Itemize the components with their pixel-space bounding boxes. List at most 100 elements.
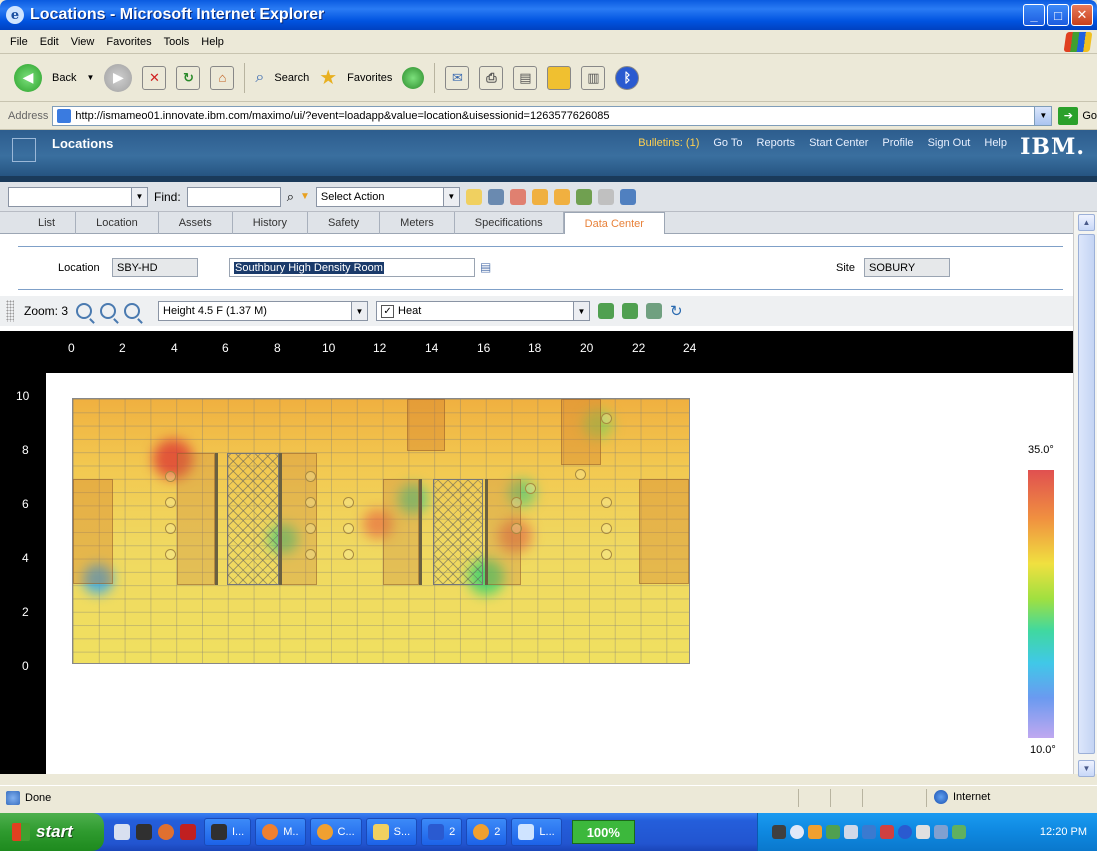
bulletins-link[interactable]: Bulletins: (1) bbox=[638, 137, 699, 149]
bluetooth-icon[interactable] bbox=[898, 825, 912, 839]
goto-link[interactable]: Go To bbox=[713, 137, 742, 149]
taskbar-item[interactable]: M.. bbox=[255, 818, 306, 846]
menu-view[interactable]: View bbox=[71, 36, 95, 48]
sensor-tile[interactable] bbox=[601, 549, 612, 560]
find-input[interactable] bbox=[186, 186, 281, 207]
sensor-tile[interactable] bbox=[601, 497, 612, 508]
report-icon[interactable] bbox=[619, 188, 636, 205]
maximize-button[interactable]: □ bbox=[1047, 4, 1069, 26]
clear-icon[interactable] bbox=[509, 188, 526, 205]
back-dropdown-icon[interactable]: ▼ bbox=[86, 73, 94, 82]
tray-icon[interactable] bbox=[952, 825, 966, 839]
taskbar-item[interactable]: 2 bbox=[466, 818, 508, 846]
floor-plan-heatmap[interactable] bbox=[72, 398, 690, 664]
tab-assets[interactable]: Assets bbox=[159, 212, 233, 234]
start-center-link[interactable]: Start Center bbox=[809, 137, 868, 149]
sensor-tile[interactable] bbox=[343, 523, 354, 534]
back-button[interactable]: Back bbox=[52, 72, 76, 84]
previous-icon[interactable] bbox=[531, 188, 548, 205]
favorites-star-icon[interactable]: ★ bbox=[319, 65, 337, 90]
sensor-tile[interactable] bbox=[525, 483, 536, 494]
refresh-icon[interactable]: ↻ bbox=[176, 65, 201, 90]
filter-icon[interactable]: ▼ bbox=[300, 191, 310, 202]
tab-history[interactable]: History bbox=[233, 212, 308, 234]
sensor-tile[interactable] bbox=[305, 549, 316, 560]
close-button[interactable]: ✕ bbox=[1071, 4, 1093, 26]
equipment-block[interactable] bbox=[407, 399, 445, 451]
sensor-tile[interactable] bbox=[575, 469, 586, 480]
clock[interactable]: 12:20 PM bbox=[1040, 826, 1087, 838]
zoom-in-icon[interactable] bbox=[100, 303, 117, 319]
profile-link[interactable]: Profile bbox=[882, 137, 913, 149]
sensor-tile[interactable] bbox=[305, 523, 316, 534]
address-dropdown-icon[interactable]: ▼ bbox=[1034, 106, 1052, 125]
address-input[interactable]: http://ismameo01.innovate.ibm.com/maximo… bbox=[52, 105, 1053, 126]
sensor-tile[interactable] bbox=[165, 497, 176, 508]
app-grid-icon[interactable] bbox=[12, 138, 36, 162]
rack-row[interactable] bbox=[177, 453, 215, 585]
research-icon[interactable]: ▥ bbox=[581, 65, 606, 90]
power-icon[interactable] bbox=[772, 825, 786, 839]
tray-icon[interactable] bbox=[934, 825, 948, 839]
tray-icon[interactable] bbox=[916, 825, 930, 839]
search-icon[interactable]: ⌕ bbox=[255, 69, 264, 87]
edit-icon[interactable]: ▤ bbox=[513, 65, 538, 90]
query-select[interactable]: ▼ bbox=[8, 186, 148, 207]
taskbar-item[interactable]: L... bbox=[511, 818, 562, 846]
history-icon[interactable] bbox=[402, 66, 425, 89]
home-icon[interactable]: ⌂ bbox=[210, 65, 235, 90]
zoom-indicator[interactable]: 100% bbox=[571, 820, 635, 844]
height-select[interactable]: Height 4.5 F (1.37 M) ▼ bbox=[158, 301, 369, 321]
tab-meters[interactable]: Meters bbox=[380, 212, 455, 234]
sensor-tile[interactable] bbox=[165, 549, 176, 560]
tray-icon[interactable] bbox=[808, 825, 822, 839]
taskbar-item[interactable]: S... bbox=[365, 818, 418, 846]
taskbar-item[interactable]: C... bbox=[309, 818, 362, 846]
folder-icon[interactable] bbox=[547, 65, 572, 90]
select-action-dropdown[interactable]: Select Action ▼ bbox=[315, 186, 460, 207]
mail-icon[interactable]: ✉ bbox=[445, 65, 470, 90]
security-icon[interactable] bbox=[880, 825, 894, 839]
layer-back-icon[interactable] bbox=[622, 303, 639, 319]
new-record-icon[interactable] bbox=[465, 188, 482, 205]
scroll-up-icon[interactable]: ▲ bbox=[1078, 214, 1095, 231]
crac-unit[interactable] bbox=[639, 479, 689, 584]
sensor-tile[interactable] bbox=[343, 497, 354, 508]
print-icon[interactable]: ⎙ bbox=[479, 65, 504, 90]
sensor-tile[interactable] bbox=[343, 549, 354, 560]
start-button[interactable]: start bbox=[0, 813, 104, 851]
route-icon[interactable] bbox=[597, 188, 614, 205]
layer-select[interactable]: ✓ Heat ▼ bbox=[376, 301, 591, 321]
vertical-scrollbar[interactable]: ▲ ▼ bbox=[1073, 212, 1097, 777]
network-icon[interactable] bbox=[826, 825, 840, 839]
binoculars-icon[interactable]: ⌕ bbox=[287, 189, 294, 205]
long-description-icon[interactable]: ▤ bbox=[480, 260, 491, 274]
forward-arrow-icon[interactable]: ▶ bbox=[104, 63, 133, 92]
heat-checkbox[interactable]: ✓ bbox=[381, 304, 395, 318]
back-icon[interactable] bbox=[790, 825, 804, 839]
tab-data-center[interactable]: Data Center bbox=[563, 212, 665, 235]
sensor-tile[interactable] bbox=[305, 471, 316, 482]
menu-edit[interactable]: Edit bbox=[40, 36, 59, 48]
console-icon[interactable] bbox=[136, 824, 152, 840]
taskbar-item[interactable]: 2 bbox=[421, 818, 463, 846]
tray-icon[interactable] bbox=[862, 825, 876, 839]
layer-front-icon[interactable] bbox=[598, 303, 615, 319]
sensor-tile[interactable] bbox=[165, 471, 176, 482]
go-button[interactable]: ➔ Go bbox=[1058, 106, 1097, 125]
sensor-tile[interactable] bbox=[511, 497, 522, 508]
scroll-down-icon[interactable]: ▼ bbox=[1078, 760, 1095, 777]
tray-icon[interactable] bbox=[844, 825, 858, 839]
taskbar-item[interactable]: I... bbox=[204, 818, 252, 846]
tab-specifications[interactable]: Specifications bbox=[455, 212, 564, 234]
back-arrow-icon[interactable]: ◀ bbox=[14, 63, 42, 92]
desktop-icon[interactable] bbox=[114, 824, 130, 840]
equipment-block[interactable] bbox=[561, 399, 601, 465]
workflow-icon[interactable] bbox=[575, 188, 592, 205]
refresh-icon[interactable]: ↻ bbox=[670, 302, 683, 320]
menu-help[interactable]: Help bbox=[201, 36, 224, 48]
search-button[interactable]: Search bbox=[274, 72, 309, 84]
rack-row[interactable] bbox=[383, 479, 419, 585]
crac-unit[interactable] bbox=[73, 479, 113, 584]
favorites-button[interactable]: Favorites bbox=[347, 72, 392, 84]
